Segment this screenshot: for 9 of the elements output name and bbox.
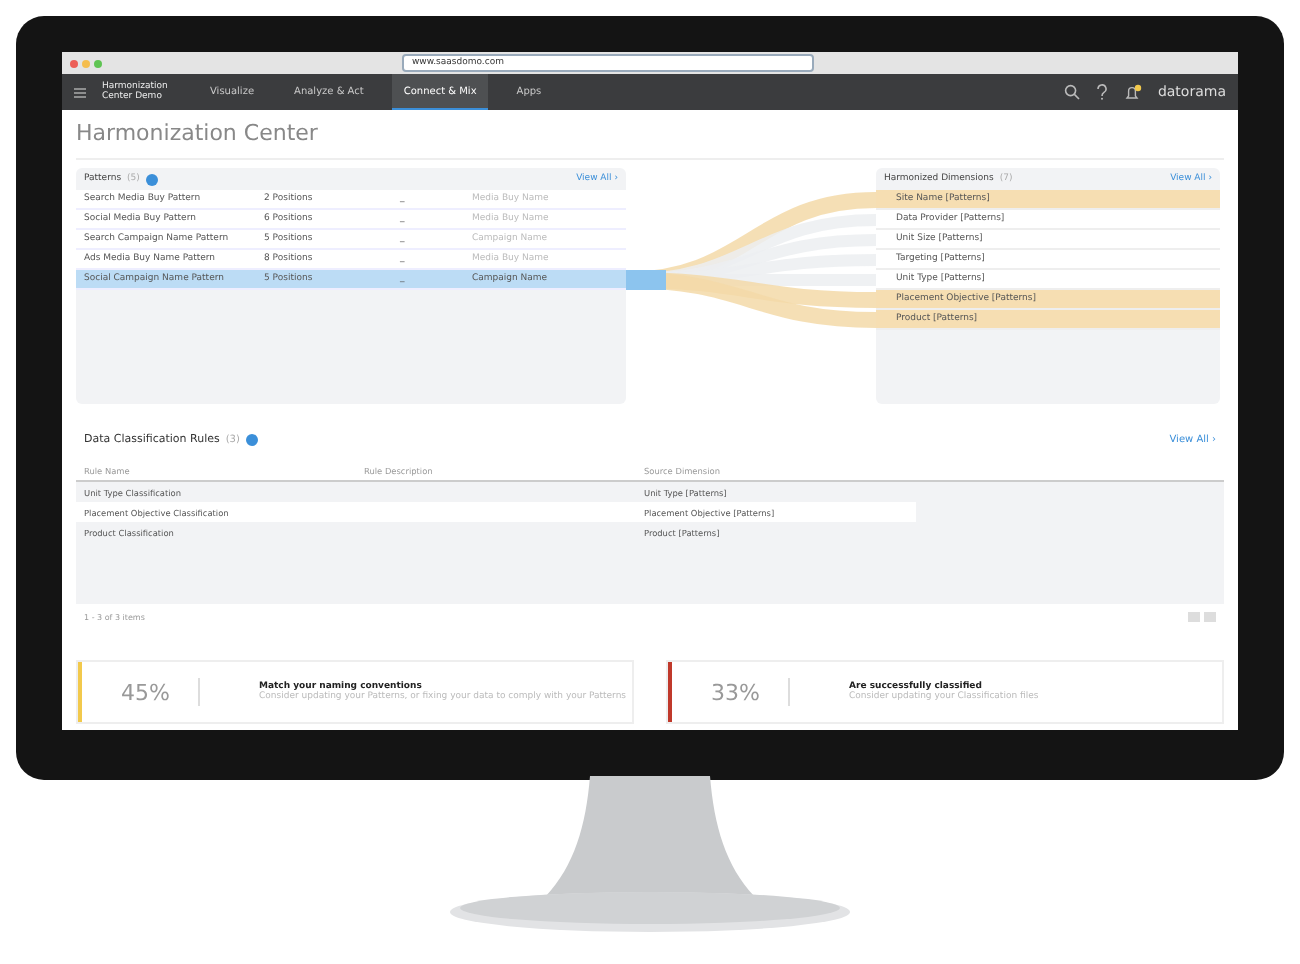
stat-value: 33% (709, 679, 762, 705)
info-icon[interactable] (145, 173, 158, 185)
page-title: Harmonization Center (76, 110, 1224, 160)
search-icon[interactable] (1063, 84, 1080, 100)
help-icon[interactable] (1095, 84, 1108, 100)
menu-icon[interactable] (74, 87, 86, 97)
bell-icon[interactable] (1123, 83, 1142, 101)
stat-value: 45% (119, 679, 172, 705)
info-icon[interactable] (245, 434, 258, 446)
